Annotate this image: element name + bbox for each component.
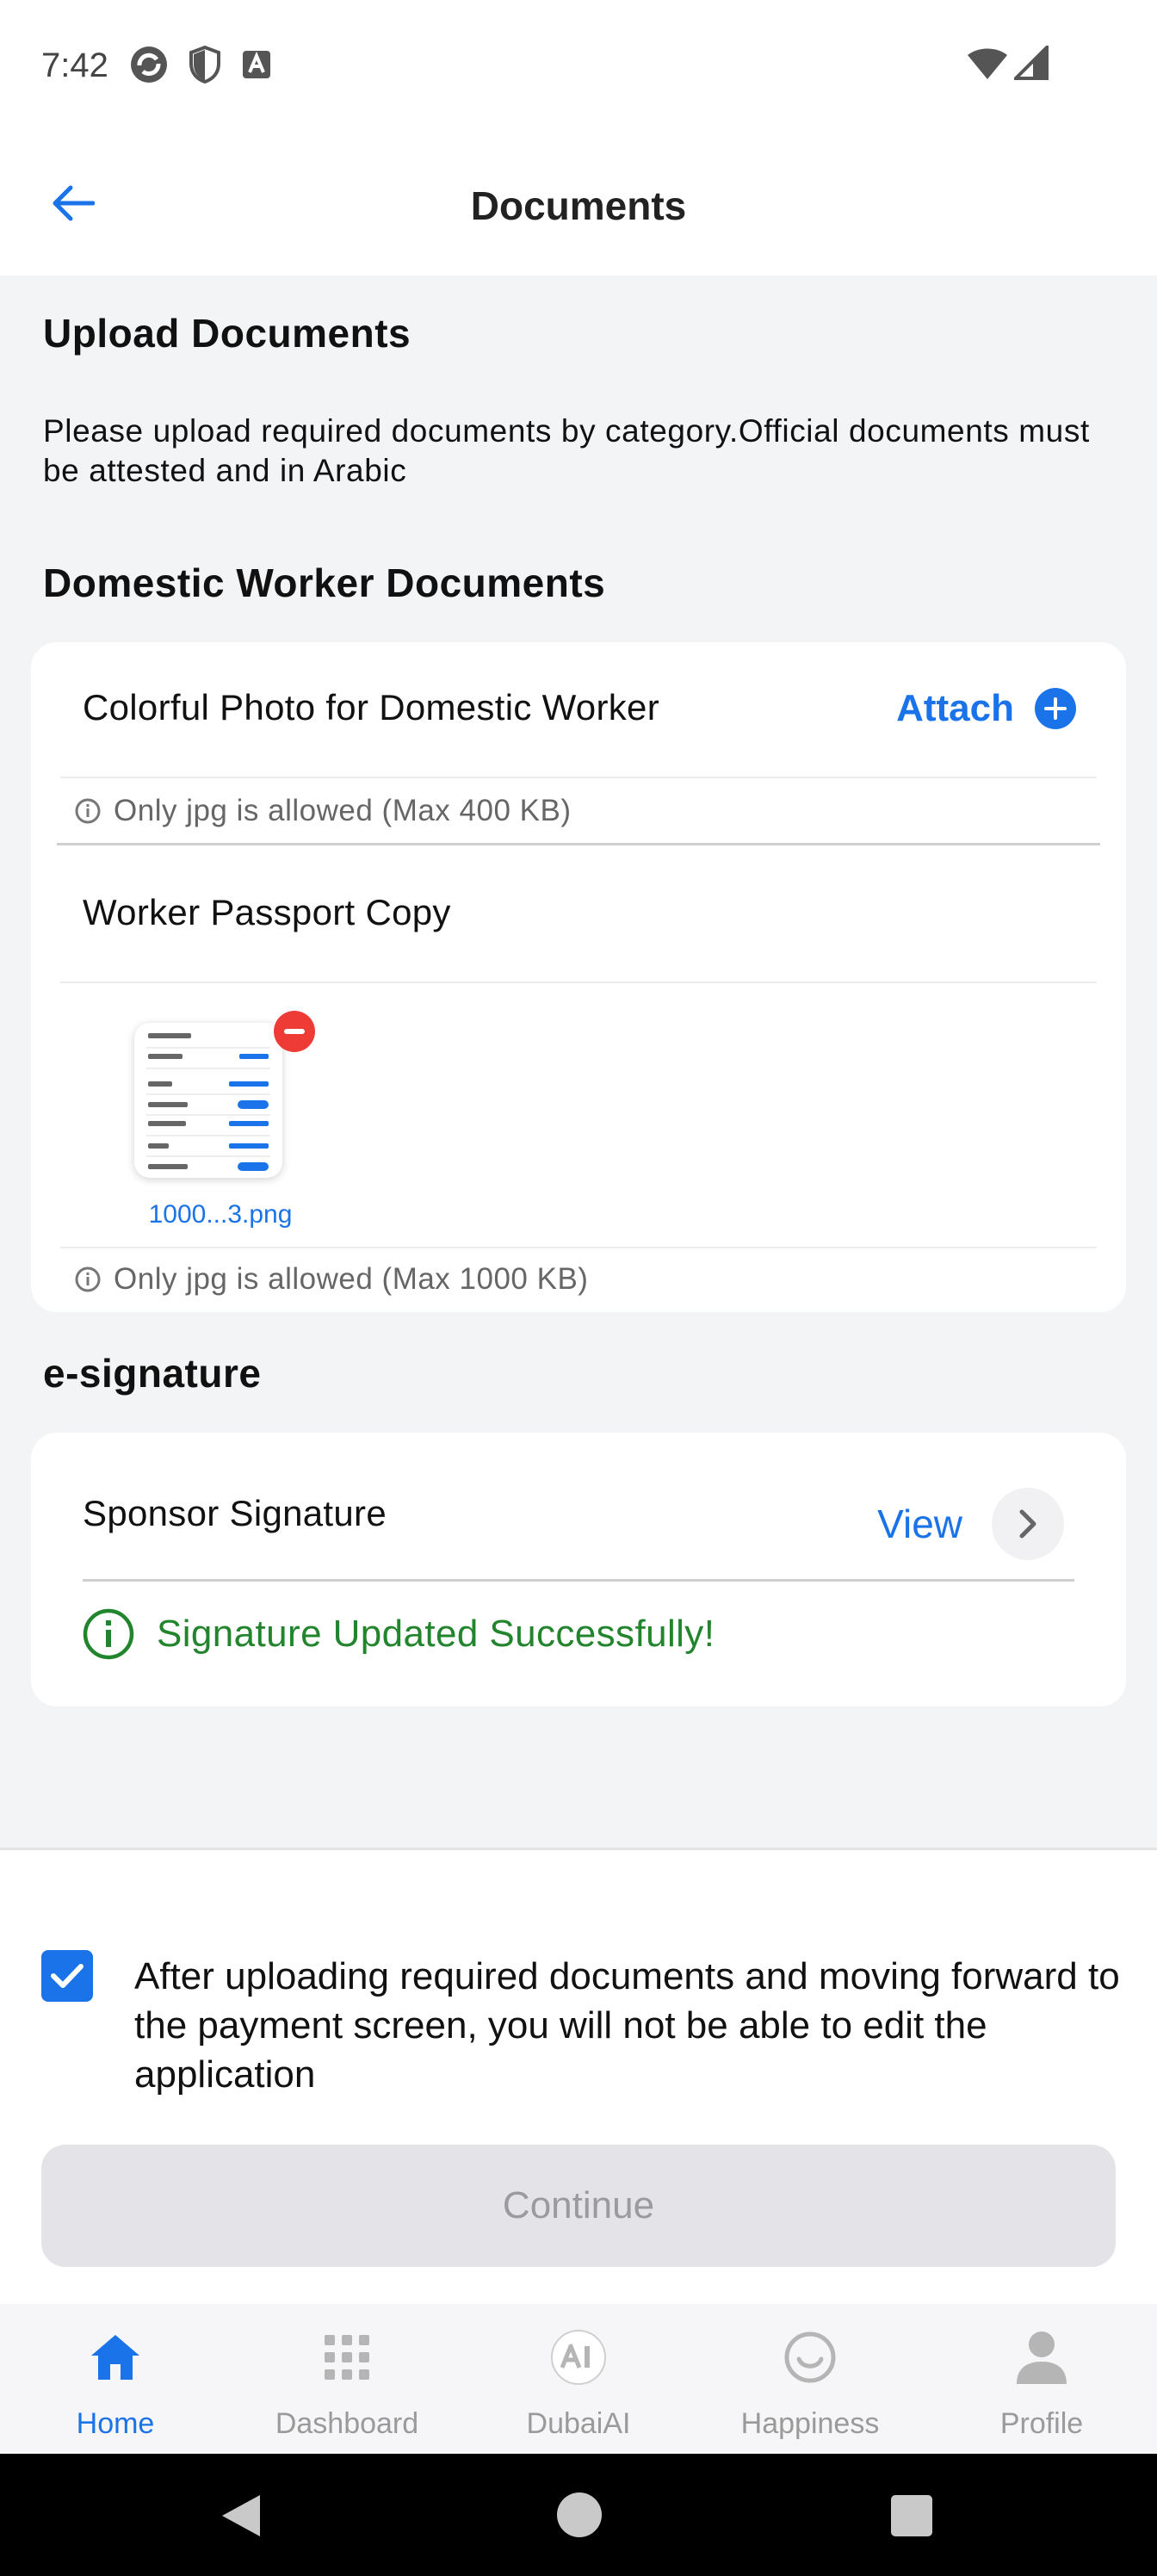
nav-profile[interactable]: Profile — [938, 2323, 1145, 2441]
upload-description: Please upload required documents by cate… — [43, 413, 1090, 488]
photo-label: Colorful Photo for Domestic Worker — [83, 687, 659, 728]
status-time: 7:42 — [41, 46, 108, 84]
file-name[interactable]: 1000...3.png — [126, 1200, 315, 1229]
plus-icon — [1035, 688, 1076, 729]
bottom-panel: After uploading required documents and m… — [0, 1848, 1157, 2304]
nav-dashboard[interactable]: Dashboard — [244, 2323, 450, 2441]
chevron-right-icon — [992, 1488, 1064, 1560]
system-recents-icon[interactable] — [890, 2494, 933, 2537]
worker-docs-heading: Domestic Worker Documents — [43, 560, 606, 605]
photo-hint-text: Only jpg is allowed (Max 400 KB) — [114, 794, 572, 827]
app-header: Documents — [0, 129, 1157, 276]
font-app-icon — [243, 51, 270, 78]
passport-hint: Only jpg is allowed (Max 1000 KB) — [74, 1262, 588, 1297]
person-icon — [1017, 2331, 1067, 2384]
grid-icon — [325, 2335, 369, 2380]
nav-happiness-label: Happiness — [740, 2407, 880, 2440]
passport-hint-text: Only jpg is allowed (Max 1000 KB) — [114, 1262, 589, 1296]
passport-label: Worker Passport Copy — [83, 892, 451, 932]
ai-icon — [551, 2330, 606, 2385]
file-thumbnail[interactable] — [134, 1023, 282, 1178]
nav-happiness[interactable]: Happiness — [707, 2323, 913, 2441]
worker-docs-card: Colorful Photo for Domestic Worker Attac… — [31, 642, 1126, 1312]
info-icon — [83, 1608, 134, 1660]
divider — [60, 777, 1097, 778]
home-icon — [91, 2335, 139, 2380]
info-icon — [75, 1266, 101, 1292]
signature-success: Signature Updated Successfully! — [83, 1608, 715, 1660]
sponsor-signature-label: Sponsor Signature — [83, 1493, 387, 1533]
continue-button[interactable]: Continue — [41, 2145, 1116, 2267]
minus-icon — [284, 1029, 305, 1034]
checkmark-icon — [51, 1964, 84, 1988]
esignature-card: Sponsor Signature View Signature Updated… — [31, 1433, 1126, 1706]
attach-photo-button[interactable]: Attach — [896, 687, 1076, 730]
success-text: Signature Updated Successfully! — [157, 1613, 715, 1655]
wifi-icon — [968, 48, 1007, 79]
bottom-nav: Home Dashboard DubaiAI Happiness Profile — [0, 2304, 1157, 2454]
view-signature-button[interactable]: View — [877, 1488, 1064, 1560]
remove-file-button[interactable] — [274, 1011, 315, 1052]
view-label: View — [877, 1502, 962, 1546]
status-bar: 7:42 — [0, 0, 1157, 129]
nav-home-label: Home — [76, 2407, 155, 2440]
system-navigation-bar — [0, 2454, 1157, 2576]
consent-text: After uploading required documents and m… — [134, 1955, 1120, 2096]
attach-label: Attach — [896, 687, 1014, 729]
esignature-heading: e-signature — [43, 1351, 262, 1396]
page-title: Documents — [470, 183, 687, 228]
status-system-icons — [966, 45, 1049, 81]
upload-heading: Upload Documents — [43, 311, 411, 356]
shield-icon — [189, 45, 220, 84]
photo-hint: Only jpg is allowed (Max 400 KB) — [74, 794, 572, 828]
nav-dashboard-label: Dashboard — [275, 2407, 419, 2440]
system-back-icon[interactable] — [219, 2492, 263, 2540]
nav-dubaiai[interactable]: DubaiAI — [475, 2323, 682, 2441]
divider — [60, 1247, 1097, 1248]
system-home-icon[interactable] — [556, 2492, 603, 2538]
signal-icon — [1014, 46, 1049, 80]
info-icon — [75, 798, 101, 824]
sync-app-icon — [131, 46, 167, 83]
nav-profile-label: Profile — [999, 2407, 1084, 2440]
status-notification-icons — [129, 45, 272, 84]
nav-dubaiai-label: DubaiAI — [526, 2407, 631, 2440]
uploaded-file[interactable]: 1000...3.png — [31, 1011, 375, 1247]
consent-checkbox[interactable] — [41, 1950, 93, 2002]
nav-home[interactable]: Home — [12, 2323, 219, 2441]
smiley-icon — [784, 2331, 836, 2383]
divider — [60, 981, 1097, 983]
divider — [83, 1579, 1074, 1582]
section-divider — [57, 843, 1100, 845]
